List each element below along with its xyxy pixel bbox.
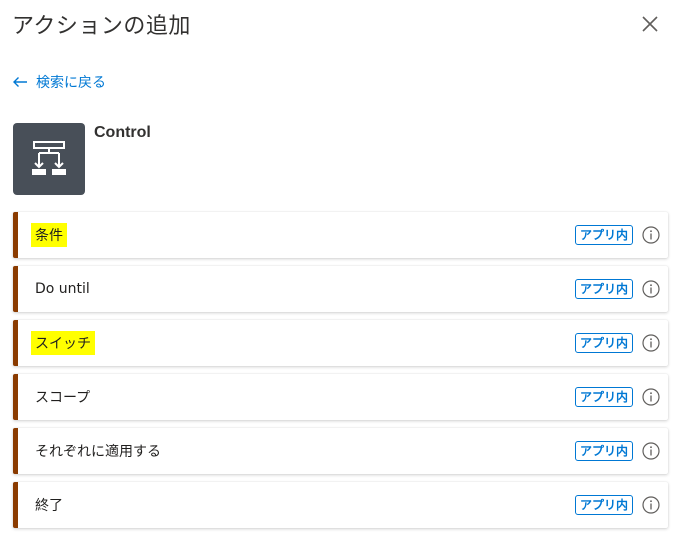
action-item[interactable]: それぞれに適用する アプリ内	[13, 428, 668, 474]
close-button[interactable]	[636, 10, 664, 38]
back-to-search-link[interactable]: 検索に戻る	[12, 72, 106, 92]
action-label: Do until	[35, 281, 90, 297]
info-icon[interactable]	[642, 388, 660, 406]
info-icon[interactable]	[642, 280, 660, 298]
action-label: 条件	[31, 223, 67, 247]
action-item[interactable]: 条件 アプリ内	[13, 212, 668, 258]
action-item[interactable]: 終了 アプリ内	[13, 482, 668, 528]
action-label: 終了	[35, 498, 63, 514]
in-app-badge: アプリ内	[574, 333, 633, 353]
info-icon[interactable]	[642, 226, 660, 244]
info-icon[interactable]	[642, 496, 660, 514]
close-icon	[642, 16, 658, 32]
action-item[interactable]: スコープ アプリ内	[13, 374, 668, 420]
in-app-badge: アプリ内	[574, 279, 633, 299]
panel-title: アクションの追加	[12, 14, 191, 39]
action-item[interactable]: スイッチ アプリ内	[13, 320, 668, 366]
arrow-left-icon	[13, 77, 27, 87]
in-app-badge: アプリ内	[574, 387, 633, 407]
action-label: それぞれに適用する	[35, 444, 161, 460]
back-link-label: 検索に戻る	[36, 75, 106, 91]
action-list: 条件 アプリ内 Do until アプリ内 スイッチ アプリ内 スコープ アプリ内 それぞれに適…	[13, 212, 668, 536]
in-app-badge: アプリ内	[574, 441, 633, 461]
action-item[interactable]: Do until アプリ内	[13, 266, 668, 312]
action-label: スコープ	[35, 390, 91, 406]
info-icon[interactable]	[642, 334, 660, 352]
in-app-badge: アプリ内	[574, 225, 633, 245]
connector-name: Control	[94, 124, 151, 141]
in-app-badge: アプリ内	[574, 495, 633, 515]
action-label: スイッチ	[31, 331, 95, 355]
info-icon[interactable]	[642, 442, 660, 460]
control-connector-icon	[13, 123, 85, 195]
